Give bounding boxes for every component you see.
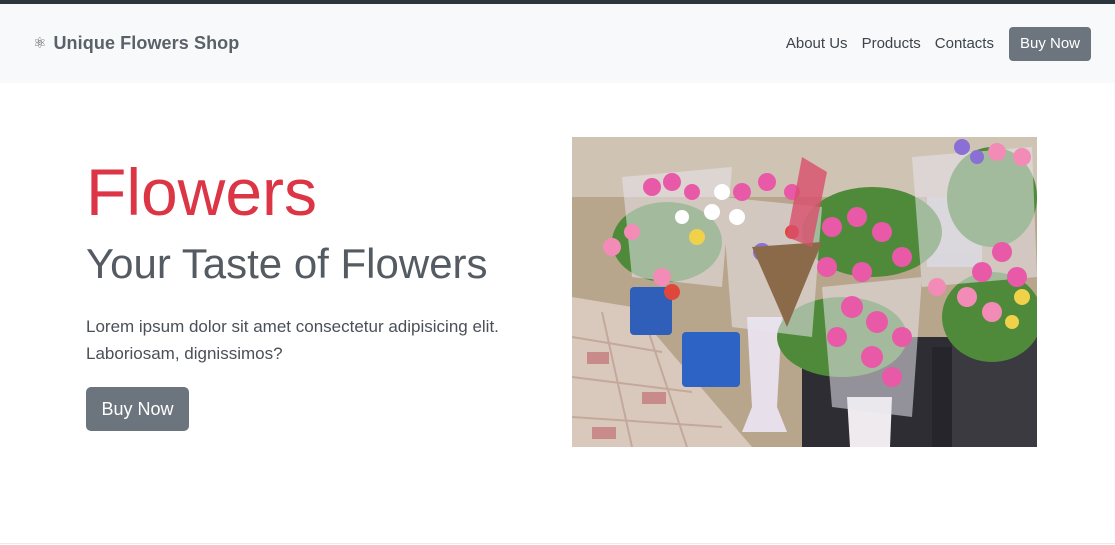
nav-links: About Us Products Contacts Buy Now (786, 4, 1091, 83)
navbar: ⚛ Unique Flowers Shop About Us Products … (0, 4, 1115, 83)
hero-description: Lorem ipsum dolor sit amet consectetur a… (86, 317, 499, 363)
atom-icon: ⚛ (33, 35, 47, 52)
section-divider (0, 543, 1115, 544)
nav-link-about-us[interactable]: About Us (786, 35, 848, 52)
hero-title: Flowers (86, 155, 318, 229)
brand-link[interactable]: ⚛ Unique Flowers Shop (33, 4, 239, 83)
brand-name: Unique Flowers Shop (53, 33, 240, 53)
hero-image (572, 137, 1037, 447)
hero-subtitle: Your Taste of Flowers (86, 240, 488, 287)
nav-link-contacts[interactable]: Contacts (935, 35, 994, 52)
nav-buy-now-button[interactable]: Buy Now (1008, 26, 1091, 61)
hero-buy-now-button[interactable]: Buy Now (86, 387, 189, 431)
nav-link-products[interactable]: Products (862, 35, 921, 52)
